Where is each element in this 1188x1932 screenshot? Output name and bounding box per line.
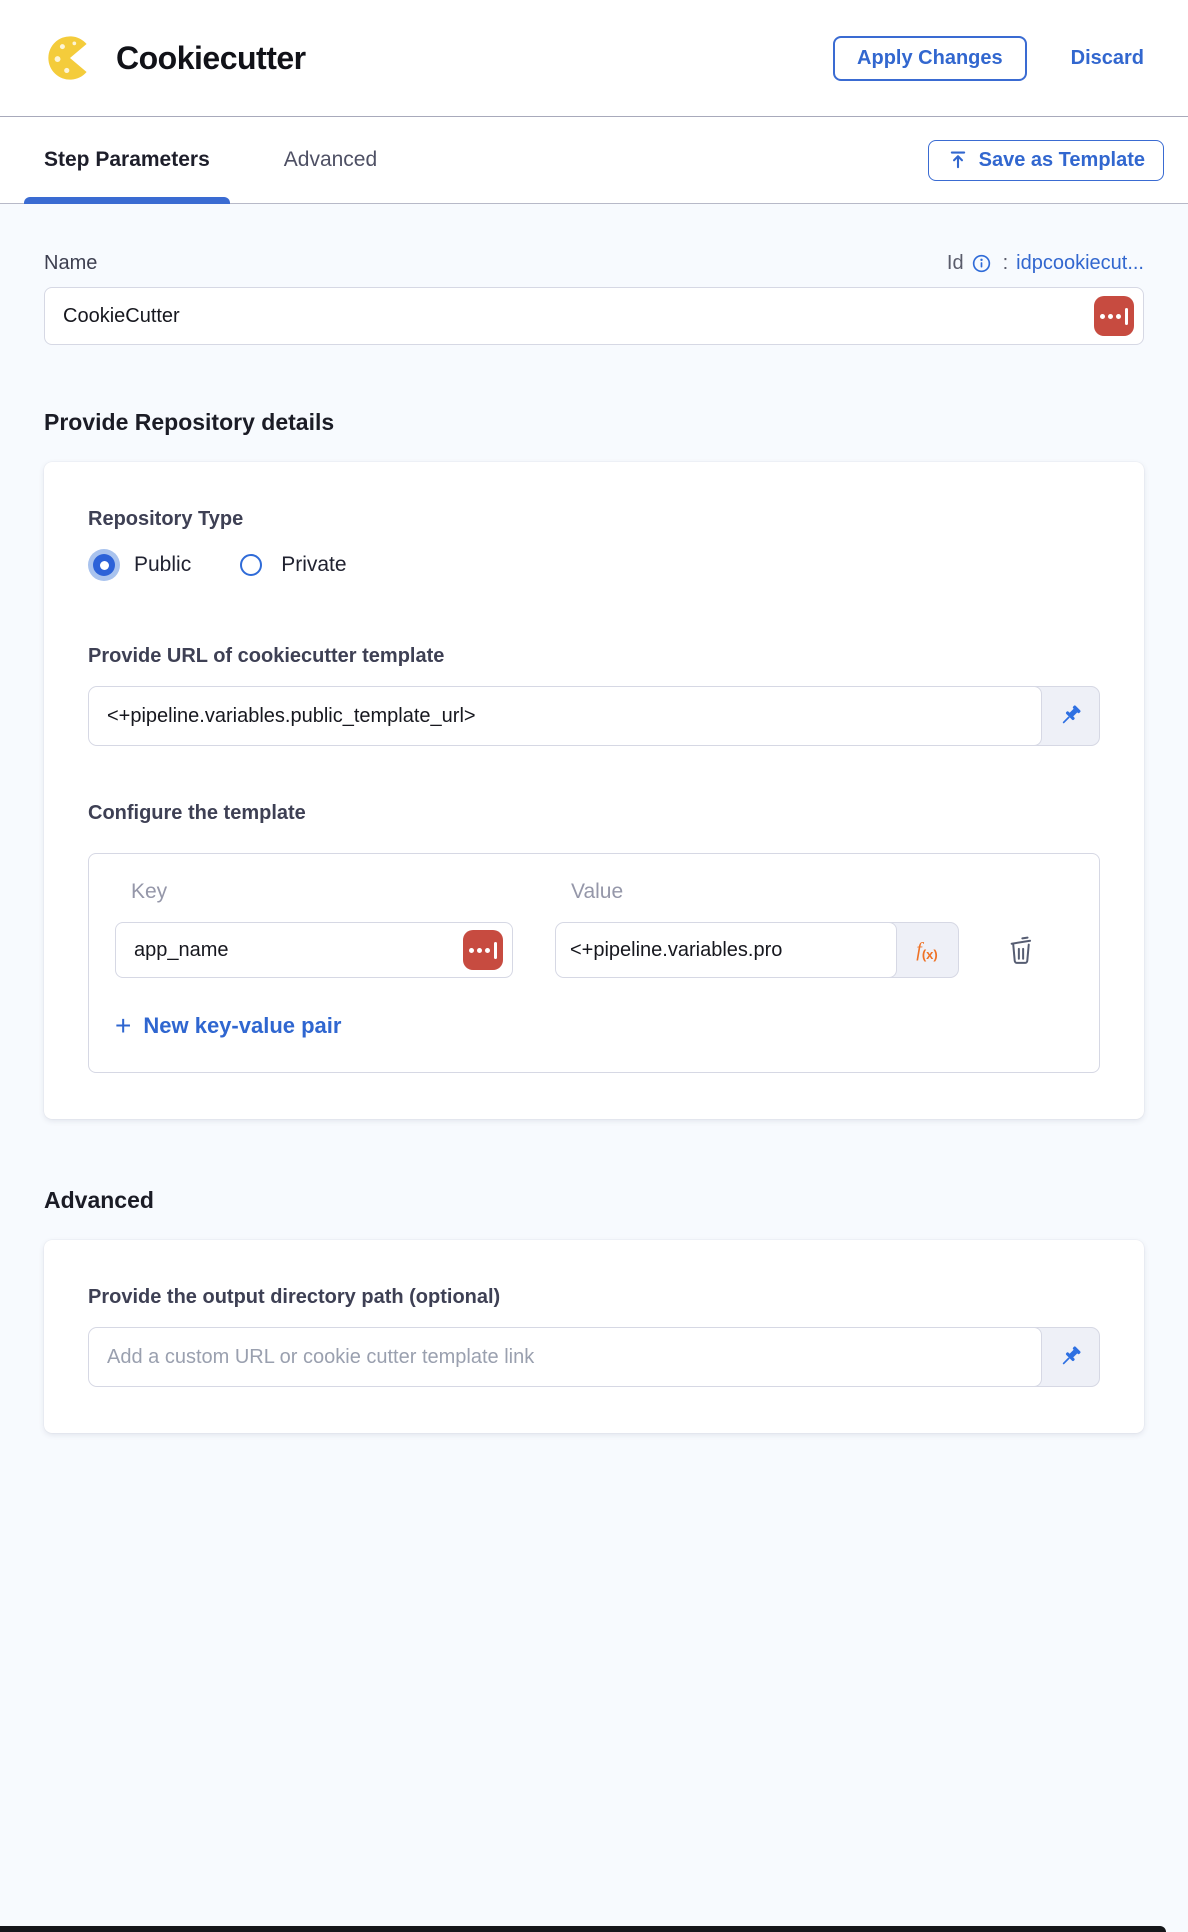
- bottom-sheet-edge: [0, 1926, 1166, 1932]
- upload-icon: [947, 149, 969, 171]
- repository-type-label: Repository Type: [88, 508, 1100, 531]
- id-value-link[interactable]: idpcookiecut...: [1016, 252, 1144, 275]
- apply-changes-button[interactable]: Apply Changes: [833, 36, 1027, 81]
- value-field-wrap: f(x): [555, 922, 959, 978]
- add-key-value-button[interactable]: + New key-value pair: [115, 1012, 1073, 1040]
- repository-details-card: Repository Type Public Private Provide U…: [44, 462, 1144, 1119]
- key-column-header: Key: [115, 880, 513, 904]
- step-parameters-panel: Name Id : idpcookiecut... Provide Reposi…: [0, 204, 1188, 1433]
- pin-icon[interactable]: [1041, 1328, 1099, 1386]
- template-url-field-wrap: [88, 686, 1100, 746]
- name-label: Name: [44, 252, 97, 275]
- radio-public-control[interactable]: [93, 554, 115, 576]
- radio-public-label: Public: [134, 553, 191, 577]
- tab-step-parameters-label: Step Parameters: [44, 148, 210, 172]
- tab-bar: Step Parameters Advanced Save as Templat…: [0, 117, 1188, 204]
- radio-private[interactable]: Private: [235, 549, 346, 581]
- output-dir-field-wrap: [88, 1327, 1100, 1387]
- value-input[interactable]: [555, 922, 897, 978]
- value-column-header: Value: [555, 880, 959, 904]
- tab-step-parameters[interactable]: Step Parameters: [24, 117, 230, 203]
- output-dir-label: Provide the output directory path (optio…: [88, 1286, 1100, 1309]
- add-key-value-label: New key-value pair: [143, 1013, 341, 1039]
- repository-type-radio-group: Public Private: [88, 549, 1100, 581]
- tab-advanced[interactable]: Advanced: [264, 117, 397, 203]
- pin-icon[interactable]: [1041, 687, 1099, 745]
- id-separator: :: [1003, 252, 1009, 275]
- radio-private-label: Private: [281, 553, 346, 577]
- cookiecutter-logo-icon: [44, 32, 96, 84]
- input-type-selector-icon[interactable]: [1094, 296, 1134, 336]
- name-input[interactable]: [44, 287, 1144, 345]
- id-label: Id: [947, 252, 964, 275]
- page-title: Cookiecutter: [116, 40, 306, 77]
- save-as-template-label: Save as Template: [979, 149, 1145, 172]
- delete-row-button[interactable]: [1001, 930, 1041, 970]
- name-field-wrap: [44, 287, 1144, 345]
- tab-advanced-label: Advanced: [284, 148, 377, 172]
- configure-template-label: Configure the template: [88, 802, 1100, 825]
- active-tab-underline: [24, 197, 230, 204]
- info-icon[interactable]: [972, 254, 991, 273]
- radio-public[interactable]: Public: [88, 549, 191, 581]
- discard-button[interactable]: Discard: [1071, 47, 1144, 70]
- save-as-template-button[interactable]: Save as Template: [928, 140, 1164, 181]
- repository-section-title: Provide Repository details: [44, 409, 1144, 436]
- plus-icon: +: [115, 1012, 131, 1040]
- key-input[interactable]: [115, 922, 513, 978]
- step-config-header: Cookiecutter Apply Changes Discard: [0, 0, 1188, 117]
- output-dir-input[interactable]: [88, 1327, 1042, 1387]
- advanced-card: Provide the output directory path (optio…: [44, 1240, 1144, 1433]
- template-url-input[interactable]: [88, 686, 1042, 746]
- radio-private-control[interactable]: [240, 554, 262, 576]
- key-value-table: Key Value f(x): [88, 853, 1100, 1073]
- input-type-selector-icon[interactable]: [463, 930, 503, 970]
- template-url-label: Provide URL of cookiecutter template: [88, 645, 1100, 668]
- expression-fx-icon[interactable]: f(x): [896, 923, 958, 977]
- key-value-row: f(x): [115, 922, 1073, 978]
- fx-sub: (x): [922, 947, 938, 962]
- advanced-section-title: Advanced: [44, 1187, 1144, 1214]
